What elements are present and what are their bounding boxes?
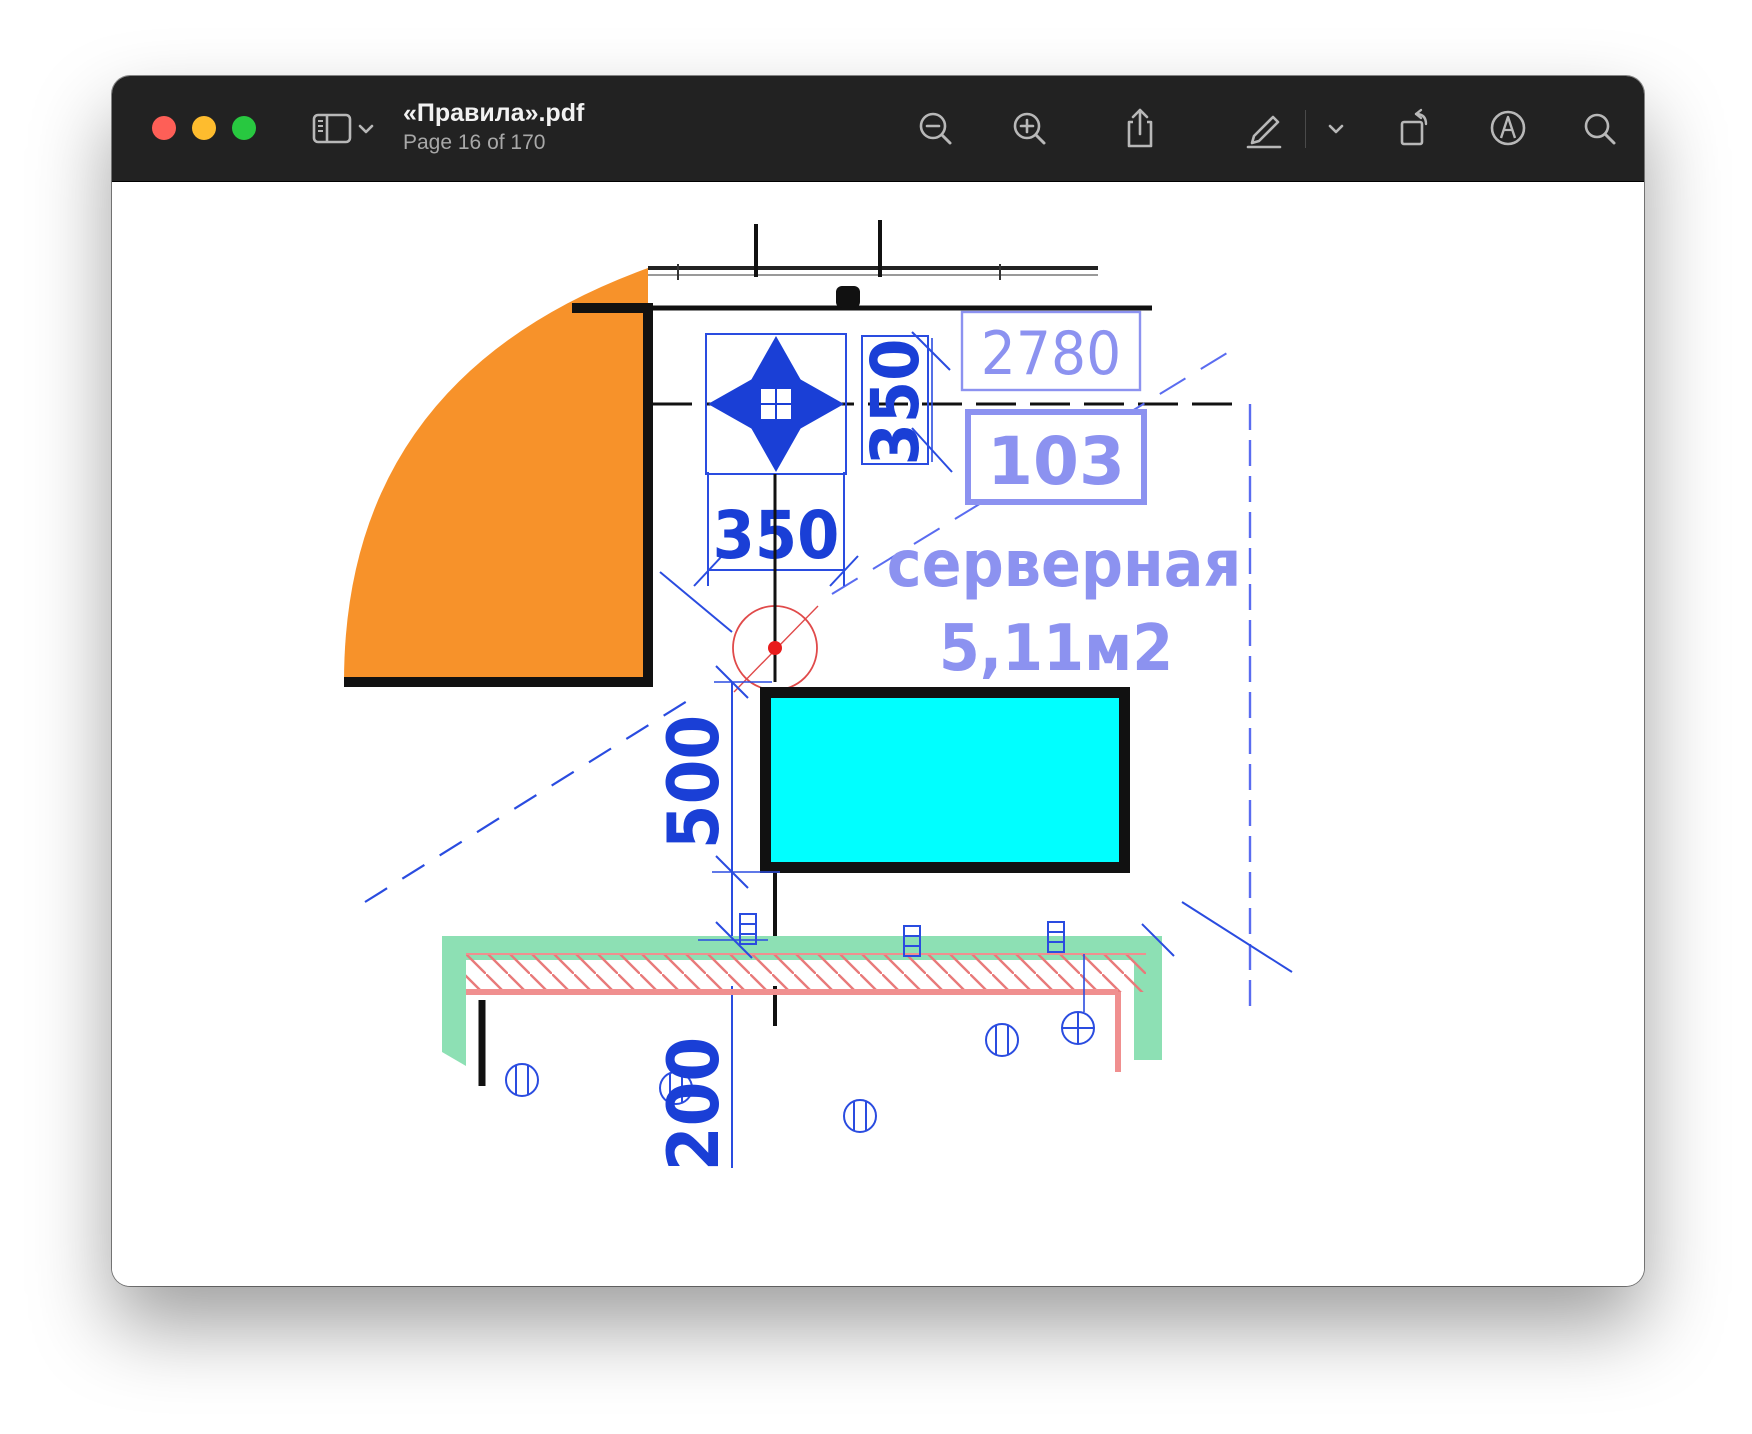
- room-name: серверная: [887, 527, 1242, 602]
- sidebar-options-button[interactable]: [352, 102, 380, 154]
- move-arrows-symbol: [705, 333, 847, 475]
- share-button[interactable]: [1114, 102, 1166, 154]
- toolbar-divider: [1305, 110, 1306, 148]
- chevron-down-icon: [358, 124, 374, 134]
- zoom-out-icon: [919, 112, 952, 145]
- highlight-options-button[interactable]: [1320, 102, 1352, 154]
- room-number: 103: [987, 423, 1125, 500]
- rotate-button[interactable]: [1388, 102, 1440, 154]
- title-bar: «Правила».pdf Page 16 of 170: [112, 76, 1644, 182]
- floor-plan-drawing: 350 350 2780 103 серверная 5,11м2 500 20…: [344, 220, 1293, 1171]
- page-indicator: Page 16 of 170: [403, 131, 546, 154]
- highlight-pen-icon: [1246, 115, 1282, 149]
- close-button[interactable]: [152, 116, 176, 140]
- document-titles: «Правила».pdf Page 16 of 170: [403, 98, 584, 156]
- markup-button[interactable]: [1482, 102, 1534, 154]
- room-tag: 2780 103 серверная 5,11м2: [887, 310, 1242, 686]
- preview-window: «Правила».pdf Page 16 of 170 350 350 278…: [112, 76, 1644, 1286]
- chevron-down-icon: [1328, 124, 1344, 134]
- dimension-200-vertical: 200: [653, 1037, 734, 1171]
- dimension-350-vertical: 350: [857, 331, 953, 473]
- search-button[interactable]: [1574, 102, 1626, 154]
- zoom-out-button[interactable]: [910, 102, 962, 154]
- minimize-button[interactable]: [192, 116, 216, 140]
- door-swing: [344, 268, 653, 687]
- dimension-label: 200: [653, 1037, 734, 1171]
- top-grid-lines: [648, 220, 1152, 311]
- search-icon: [1584, 113, 1616, 145]
- zoom-button[interactable]: [232, 116, 256, 140]
- markup-icon: [1490, 110, 1526, 146]
- dimension-label: 500: [653, 715, 734, 849]
- sidebar-toggle-button[interactable]: [306, 102, 358, 154]
- room-area: 5,11м2: [939, 611, 1173, 686]
- room-length: 2780: [981, 318, 1121, 389]
- highlight-button[interactable]: [1238, 102, 1290, 154]
- share-icon: [1127, 108, 1153, 148]
- sidebar-icon: [312, 113, 352, 144]
- rotate-icon: [1400, 108, 1428, 146]
- dimension-label: 350: [857, 339, 934, 466]
- pdf-page-view[interactable]: 350 350 2780 103 серверная 5,11м2 500 20…: [112, 182, 1644, 1286]
- zoom-in-icon: [1013, 112, 1046, 145]
- zoom-in-button[interactable]: [1004, 102, 1056, 154]
- document-title: «Правила».pdf: [403, 99, 585, 127]
